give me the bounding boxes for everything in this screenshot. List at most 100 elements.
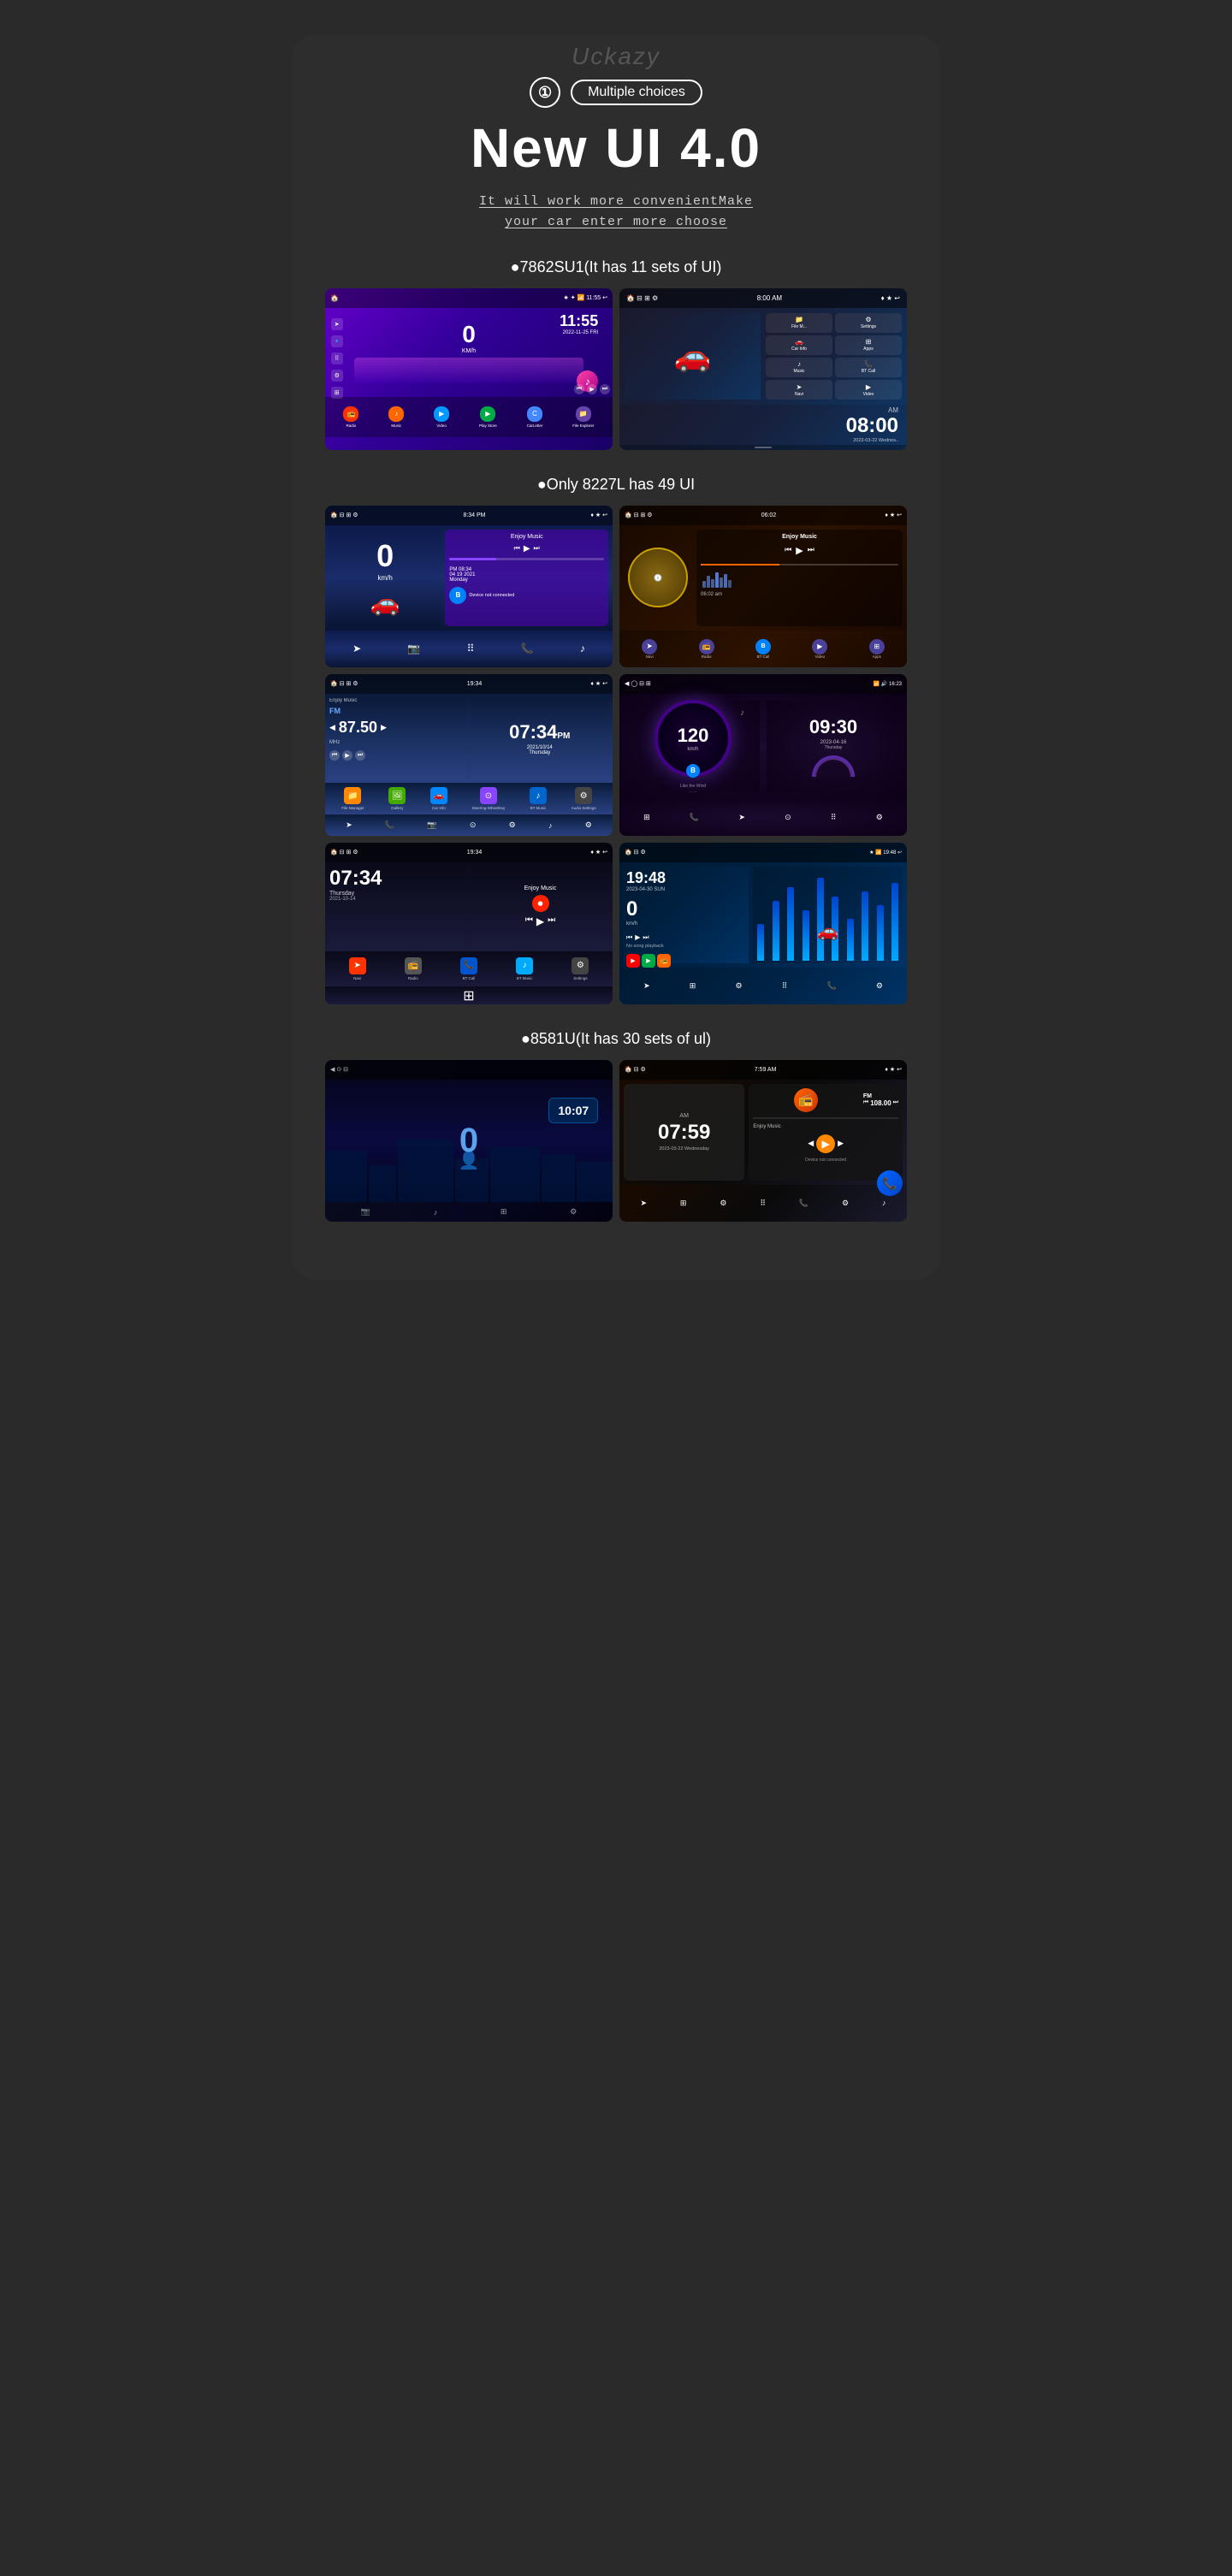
s2-settings: ⚙ Settings (835, 313, 902, 333)
s1-play: ▶ (587, 384, 597, 394)
screen-6: ◀ ◯ ⊟ ⊞ 📶 🔊 16:23 120 km/h (619, 674, 907, 836)
s10-fm-controls: ⏮ 108.00 ⏭ (863, 1099, 898, 1107)
s9-bldg-7 (577, 1162, 613, 1202)
s5-play: ▶ (342, 750, 352, 761)
s2-clock: AM 08:00 2023-03-22 Wednes.. (619, 405, 907, 445)
s4-clock-face: 🕕 (628, 548, 688, 607)
s4-wave-3 (711, 579, 714, 588)
s5-btmusic-icon: ♪ (530, 787, 547, 804)
s1-ctrl-grid: ⊞ (331, 387, 343, 399)
screen-2: 🏠 ⊟ ⊞ ⚙ 8:00 AM ♦ ★ ↩ 🚗 📁 File M... (619, 288, 907, 450)
s7-enjoy: Enjoy Music (524, 885, 557, 891)
s8-road-vis: 🚗 (755, 869, 900, 961)
s7-topbar: 🏠 ⊟ ⊞ ⚙ 19:34 ♦ ★ ↩ (325, 843, 613, 862)
s4-wave-1 (702, 581, 706, 588)
section-8581: ●8581U(It has 30 sets of ul) (325, 1030, 907, 1048)
s6-gauge-wrap: 120 km/h B ♪ (654, 700, 732, 777)
s2-clock-display: AM 08:00 2023-03-22 Wednes.. (846, 406, 898, 443)
s8-bar-4 (803, 910, 809, 961)
header-section: ① Multiple choices New UI 4.0 It will wo… (325, 77, 907, 233)
s5-unit: MHz (329, 740, 467, 745)
s8-bar-5 (817, 878, 824, 960)
s10-big-clock: 07:59 (658, 1121, 710, 1145)
s1-big-time: 11:55 (560, 312, 598, 330)
s4-wave-5 (720, 577, 723, 588)
s1-store: ▶ Play Store (479, 406, 497, 428)
s10-play-btn: ▶ (816, 1134, 835, 1153)
s9-speed: 0 (459, 1122, 478, 1160)
s1-fileexp: 📁 File Explorer (572, 406, 594, 428)
s7-radio: 📻 Radio (405, 957, 422, 980)
s1-music: ♪ Music (388, 406, 404, 428)
s5-steering: ⊙ Steering-WheelKey (472, 787, 506, 810)
s5-enjoy: Enjoy Music (329, 698, 467, 703)
s6-arc (812, 755, 855, 777)
s5-time-val: 07:34PM (509, 721, 570, 743)
s5-prev2: ⏮ (329, 750, 340, 761)
s3-navi-btn: ➤ (352, 643, 361, 654)
grid-8581: ◀ ⊙ ⊟ (325, 1060, 907, 1222)
s1-unit: KM/h (462, 348, 476, 354)
s5-next2: ⏭ (355, 750, 365, 761)
s7-play-row: ⏮ ▶ ⏭ (525, 915, 555, 927)
s4-apps-btn: ⊞ (869, 639, 885, 654)
s4-nav-menu: ➤ Navi 📻 Radio B BT Call ▶ (624, 639, 903, 659)
s9-clock-box: 10:07 (548, 1098, 598, 1123)
s7-radio-icon: 📻 (405, 957, 422, 974)
s2-time-display: 8:00 AM (757, 294, 782, 302)
s8-radio-app: 📻 (657, 954, 671, 968)
s2-car-icon: 🚗 (674, 339, 712, 374)
s8-info: 19:48 2023-04-30 SUN 0 km/h ⏮ ▶ ⏭ No son… (624, 867, 749, 963)
s3-bt-icon: B (449, 587, 466, 604)
s1-bottom: 📻 Radio ♪ Music ▶ Video ▶ Play Store (325, 397, 613, 437)
s4-btcall-btn: B (755, 639, 771, 654)
s1-time: 11:55 (586, 295, 601, 301)
s10-radio-icon: 📻 (794, 1088, 818, 1112)
s2-carinfo: 🚗 Car Info (766, 335, 832, 355)
s3-music: Enjoy Music ⏮ ▶ ⏭ PM 08:34 04 19 2021 (445, 530, 608, 626)
s5-btmusic: ♪ BT Music (530, 787, 547, 810)
s7-grid-btn: ⊞ (325, 986, 613, 1004)
circle-num: ① (530, 77, 560, 108)
s8-playstore: ▶ (642, 954, 655, 968)
s7-btmusic: ♪ BT Music (516, 957, 533, 980)
s9-bldg-5 (490, 1147, 540, 1203)
s4-wave-7 (728, 580, 732, 588)
s4-progress-fill (701, 564, 779, 566)
s6-time-panel: 09:30 2023-04-16 Thursday (767, 701, 900, 792)
s1-fileexp-icon: 📁 (576, 406, 591, 422)
s9-bldg-1 (325, 1151, 367, 1202)
screen-9: ◀ ⊙ ⊟ (325, 1060, 613, 1222)
s5-fm-label: FM (329, 707, 467, 715)
s10-radio-panel: 📻 FM ⏮ 108.00 ⏭ Enjoy Music (749, 1084, 903, 1181)
s3-bt-row: B Device not connected (449, 587, 604, 604)
screen-5-content: 🏠 ⊟ ⊞ ⚙ 19:34 ♦ ★ ↩ Enjoy Music FM ◀ 87.… (325, 674, 613, 836)
s7-music-panel: Enjoy Music ⏺ ⏮ ▶ ⏭ (472, 867, 608, 947)
s3-time: 8:34 PM (463, 512, 485, 518)
s7-date: 2021-10-14 (329, 897, 465, 902)
screen-7: 🏠 ⊟ ⊞ ⚙ 19:34 ♦ ★ ↩ 07:34 Thursday 2021-… (325, 843, 613, 1004)
s9-clock-time: 10:07 (558, 1104, 589, 1117)
s2-btcall: 📞 BT Call (835, 358, 902, 377)
grid-8227-1: 🏠 ⊟ ⊞ ⚙ 8:34 PM ♦ ★ ↩ 0 km/h 🚗 Enjoy Mus… (325, 506, 907, 667)
s3-datetime: PM 08:34 04 19 2021 Monday (449, 567, 604, 583)
s3-bt-status: Device not connected (469, 593, 514, 598)
s1-music-icon: ♪ (388, 406, 404, 422)
subtitle-line1: It will work more convenientMake (325, 192, 907, 212)
s5-audset: ⚙ Audio Settings (572, 787, 596, 810)
s2-bottom-bar (619, 445, 907, 450)
s3-car-icon: 🚗 (370, 589, 400, 617)
screen-8: 🏠 ⊟ ⚙ ★ 📶 19:48 ↩ 19:48 2023-04-30 SUN 0… (619, 843, 907, 1004)
s7-rec-btn: ⏺ (532, 895, 549, 912)
s2-topbar: 🏠 ⊟ ⊞ ⚙ 8:00 AM ♦ ★ ↩ (619, 288, 907, 308)
grid-7862: 🏠 ★ ✦ 📶 11:55 ↩ ➤ ✦ ⠿ ⚙ ⊞ 0 KM/h (325, 288, 907, 450)
s10-fm-label: FM (863, 1093, 898, 1099)
s6-speed-unit: km/h (678, 747, 709, 752)
s5-carinfo-icon: 🚗 (430, 787, 447, 804)
s6-bottom: ⊞ 📞 ➤ ⊙ ⠿ ⚙ (619, 799, 907, 836)
screen-4: 🏠 ⊟ ⊞ ⚙ 06:02 ♦ ★ ↩ 🕕 Enjoy Music ⏮ (619, 506, 907, 667)
s7-btmusic-icon: ♪ (516, 957, 533, 974)
s4-music: Enjoy Music ⏮ ▶ ⏭ (696, 530, 903, 626)
s4-wave-4 (715, 572, 719, 588)
s3-dots-btn: ⠿ (467, 643, 475, 654)
